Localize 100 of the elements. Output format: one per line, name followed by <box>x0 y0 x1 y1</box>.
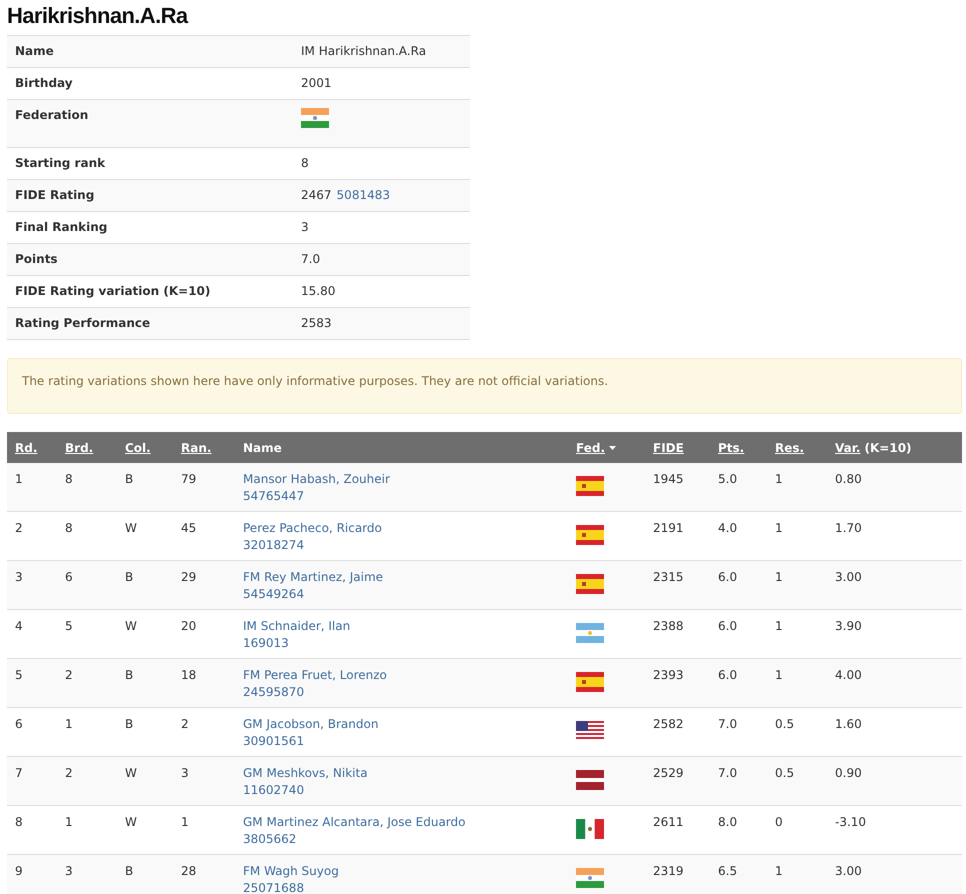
fide-id-link[interactable]: 24595870 <box>243 684 304 701</box>
table-cell-text: 3 <box>64 863 74 880</box>
table-cell-text: 2529 <box>652 765 685 782</box>
table-cell-text: 8 <box>64 471 74 488</box>
table-cell-text: 3 <box>180 765 190 782</box>
table-cell-text: 2315 <box>652 569 685 586</box>
table-cell-text: 2191 <box>652 520 685 537</box>
field-value: 2467 <box>301 188 332 203</box>
fide-id-link[interactable]: 11602740 <box>243 782 304 799</box>
table-cell-text: 20 <box>180 618 198 635</box>
field-value: 3 <box>301 220 309 235</box>
table-cell-text: W <box>124 765 138 782</box>
table-cell-text: 79 <box>180 471 198 488</box>
table-cell-text: W <box>124 814 138 831</box>
table-cell-text: B <box>124 471 134 488</box>
player-link[interactable]: GM Jacobson, Brandon <box>243 716 378 733</box>
table-cell-text: B <box>124 716 134 733</box>
table-cell-text: 1 <box>774 863 784 880</box>
table-cell-text: 6.0 <box>717 667 738 684</box>
table-cell-text: 4 <box>14 618 24 635</box>
table-cell-text: 1 <box>64 716 74 733</box>
player-link[interactable]: IM Schnaider, Ilan <box>243 618 350 635</box>
table-cell-text: 1.70 <box>834 520 863 537</box>
fide-id-link[interactable]: 169013 <box>243 635 289 652</box>
player-link[interactable]: GM Meshkovs, Nikita <box>243 765 368 782</box>
table-cell-text: 8 <box>64 520 74 537</box>
player-link[interactable]: Mansor Habash, Zouheir <box>243 471 390 488</box>
table-cell-text: 9 <box>14 863 24 880</box>
field-label: Points <box>14 251 59 268</box>
player-link[interactable]: FM Perea Fruet, Lorenzo <box>243 667 387 684</box>
table-cell-text: 1 <box>774 618 784 635</box>
column-sort-link[interactable]: Pts. <box>718 440 744 454</box>
fide-id-link[interactable]: 5081483 <box>336 188 390 203</box>
table-cell-text: 6 <box>64 569 74 586</box>
table-cell-text: 18 <box>180 667 198 684</box>
flag-icon <box>576 525 604 545</box>
flag-icon <box>576 721 604 741</box>
player-link[interactable]: GM Martinez Alcantara, Jose Eduardo <box>243 814 466 831</box>
table-cell-text: 1.60 <box>834 716 863 733</box>
table-cell-text: B <box>124 863 134 880</box>
flag-icon <box>576 868 604 888</box>
column-sort-link[interactable]: FIDE <box>653 440 684 454</box>
table-cell-text: 28 <box>180 863 198 880</box>
table-cell-text: B <box>124 569 134 586</box>
table-cell-text: 8 <box>14 814 24 831</box>
table-cell-text: 0.80 <box>834 471 863 488</box>
column-sort-link[interactable]: Fed. <box>576 440 605 454</box>
field-value: 7.0 <box>301 252 320 267</box>
table-cell-text: 2611 <box>652 814 685 831</box>
fide-id-link[interactable]: 30901561 <box>243 733 304 750</box>
flag-icon <box>576 770 604 790</box>
table-cell-text: 3.00 <box>834 569 863 586</box>
table-cell-text: 2 <box>64 765 74 782</box>
table-cell-text: 1945 <box>652 471 685 488</box>
field-value: 2583 <box>301 316 332 331</box>
table-cell-text: 6.0 <box>717 618 738 635</box>
column-sort-link[interactable]: Ran. <box>181 440 212 454</box>
flag-icon <box>576 574 604 594</box>
table-cell-text: 0.90 <box>834 765 863 782</box>
table-cell-text: 2 <box>180 716 190 733</box>
table-cell-text: 5.0 <box>717 471 738 488</box>
table-cell-text: 5 <box>64 618 74 635</box>
table-cell-text: 2388 <box>652 618 685 635</box>
column-sort-link[interactable]: Brd. <box>65 440 94 454</box>
table-cell-text: 2393 <box>652 667 685 684</box>
table-cell-text: 7 <box>14 765 24 782</box>
table-cell-text: 1 <box>180 814 190 831</box>
table-cell-text: 3.00 <box>834 863 863 880</box>
column-sort-link[interactable]: Var. <box>835 440 860 454</box>
flag-icon <box>576 672 604 692</box>
table-cell-text: 1 <box>774 471 784 488</box>
column-sort-link[interactable]: Rd. <box>15 440 38 454</box>
table-cell-text: 0 <box>774 814 784 831</box>
fide-id-link[interactable]: 54765447 <box>243 488 304 505</box>
player-link[interactable]: FM Wagh Suyog <box>243 863 339 880</box>
table-cell-text: 45 <box>180 520 198 537</box>
table-cell-text: 6 <box>14 716 24 733</box>
field-label: Starting rank <box>14 155 106 172</box>
column-sort-link[interactable]: Res. <box>775 440 804 454</box>
field-value: 15.80 <box>301 284 336 299</box>
column-header: Name <box>243 440 282 454</box>
field-label: Name <box>14 43 55 60</box>
fide-id-link[interactable]: 3805662 <box>243 831 296 848</box>
fide-id-link[interactable]: 32018274 <box>243 537 304 554</box>
fide-id-link[interactable]: 25071688 <box>243 880 304 894</box>
column-sort-link[interactable]: Col. <box>125 440 151 454</box>
player-link[interactable]: FM Rey Martinez, Jaime <box>243 569 384 586</box>
table-cell-text: 6.0 <box>717 569 738 586</box>
player-title: Harikrishnan.A.Ra <box>7 2 190 30</box>
table-cell-text: W <box>124 618 138 635</box>
flag-icon <box>576 623 604 643</box>
fide-id-link[interactable]: 54549264 <box>243 586 304 603</box>
table-cell-text: 1 <box>774 667 784 684</box>
table-cell-text: 1 <box>64 814 74 831</box>
table-cell-text: -3.10 <box>834 814 868 831</box>
table-cell-text: 2 <box>64 667 74 684</box>
table-cell-text: 0.5 <box>774 716 796 733</box>
field-label: Federation <box>14 107 90 124</box>
field-value: 8 <box>301 156 309 171</box>
player-link[interactable]: Perez Pacheco, Ricardo <box>243 520 382 537</box>
